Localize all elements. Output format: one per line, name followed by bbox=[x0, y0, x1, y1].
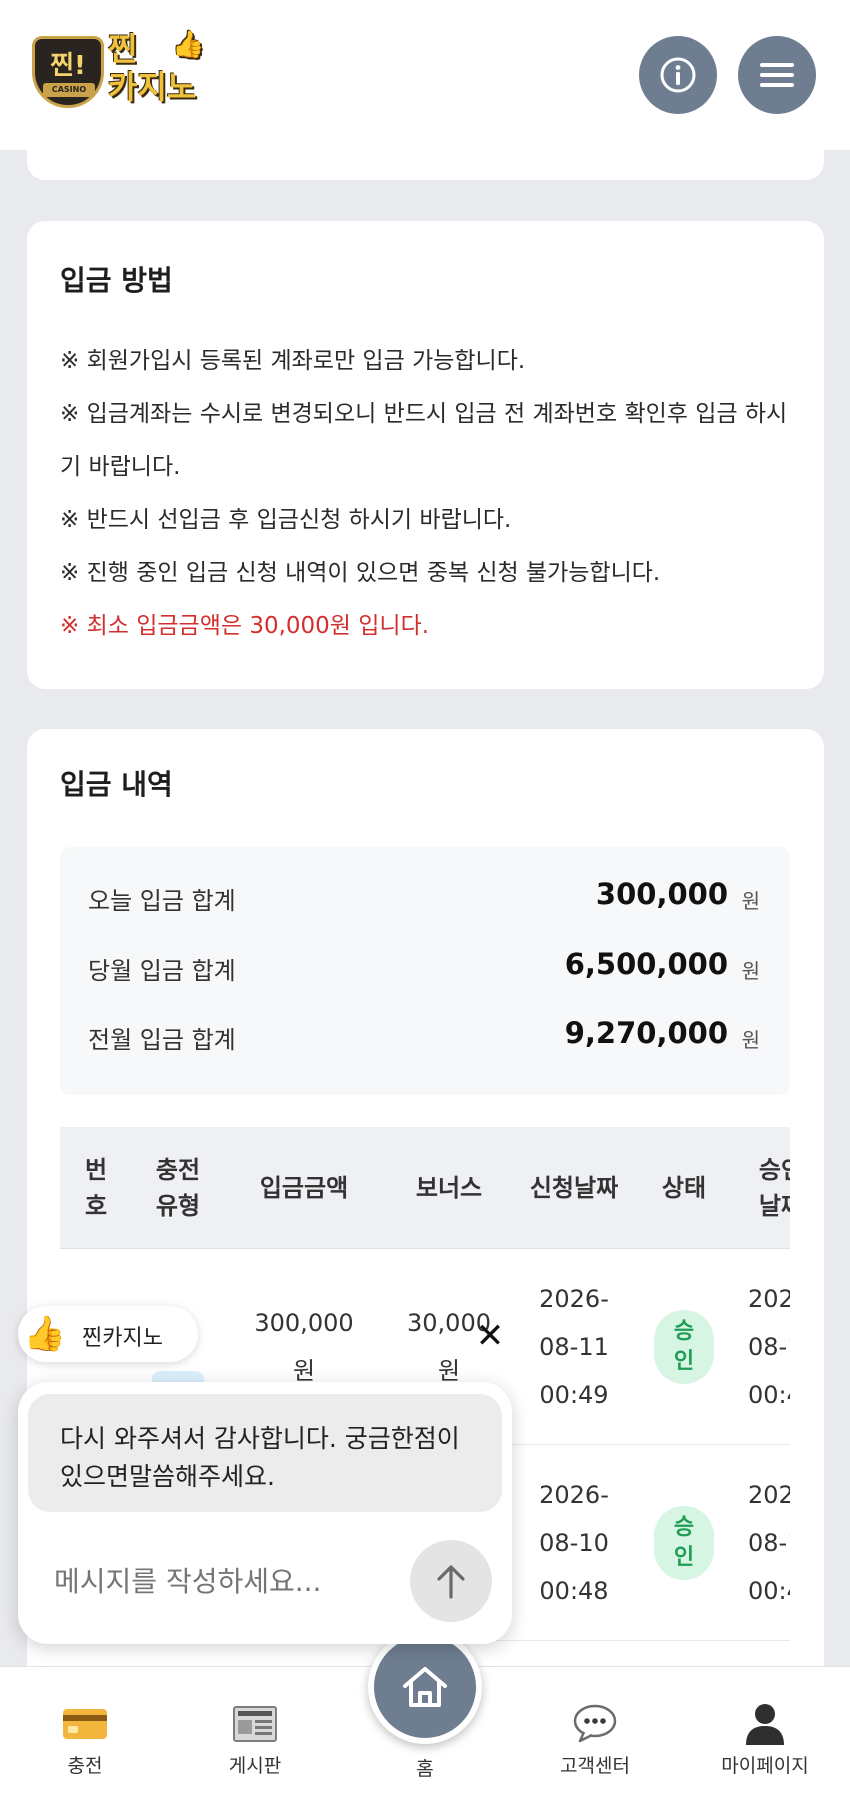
chat-bubble-icon bbox=[573, 1704, 617, 1743]
nav-item-charge[interactable]: 충전 bbox=[0, 1667, 170, 1798]
column-header-amount: 입금금액 bbox=[259, 1174, 349, 1202]
arrow-up-icon bbox=[437, 1565, 465, 1599]
menu-button[interactable] bbox=[738, 36, 816, 114]
deposit-note: ※ 진행 중인 입금 신청 내역이 있으면 중복 신청 불가능합니다. bbox=[60, 560, 661, 586]
row-request-date: 2026-08-10 00:48 bbox=[539, 1481, 609, 1605]
column-header-number: 번호 bbox=[84, 1156, 108, 1220]
thumbs-up-avatar-icon: 👍 bbox=[23, 1314, 67, 1354]
nav-label: 고객센터 bbox=[560, 1755, 630, 1777]
column-header-approval-date: 승인날짜 bbox=[758, 1156, 790, 1220]
nav-label: 마이페이지 bbox=[721, 1755, 809, 1777]
deposit-method-card: 입금 방법 ※ 회원가입시 등록된 계좌로만 입금 가능합니다. ※ 입금계좌는… bbox=[27, 221, 824, 689]
thumbs-up-icon: 👍 bbox=[172, 30, 205, 60]
summary-row-this-month: 당월 입금 합계 6,500,000 원 bbox=[88, 947, 760, 985]
chat-agent-name: 찐카지노 bbox=[82, 1326, 163, 1351]
column-header-charge-type: 충전유형 bbox=[155, 1156, 201, 1220]
close-icon[interactable]: ✕ bbox=[470, 1316, 510, 1356]
summary-row-last-month: 전월 입금 합계 9,270,000 원 bbox=[88, 1016, 760, 1054]
logo-badge: 찐! CASINO bbox=[32, 36, 104, 108]
send-button[interactable] bbox=[410, 1540, 492, 1622]
deposit-summary: 오늘 입금 합계 300,000 원 당월 입금 합계 6,500,000 원 … bbox=[60, 847, 790, 1095]
deposit-note: ※ 입금계좌는 수시로 변경되오니 반드시 입금 전 계좌번호 확인후 입금 하… bbox=[60, 401, 788, 480]
deposit-method-notes: ※ 회원가입시 등록된 계좌로만 입금 가능합니다. ※ 입금계좌는 수시로 변… bbox=[60, 335, 795, 653]
row-status-cell: 승인 bbox=[634, 1445, 734, 1641]
home-icon bbox=[403, 1667, 447, 1707]
deposit-method-title: 입금 방법 bbox=[60, 264, 173, 297]
status-badge: 승인 bbox=[654, 1310, 714, 1384]
nav-item-mypage[interactable]: 마이페이지 bbox=[680, 1667, 850, 1798]
nav-label: 게시판 bbox=[228, 1755, 282, 1777]
status-badge: 승인 bbox=[654, 1506, 714, 1580]
newspaper-icon bbox=[233, 1706, 277, 1742]
chat-message-input[interactable] bbox=[54, 1562, 374, 1602]
summary-row-today: 오늘 입금 합계 300,000 원 bbox=[88, 877, 760, 915]
app-header: 찐! CASINO 찐 카지노 👍 bbox=[0, 0, 850, 150]
user-icon bbox=[746, 1704, 784, 1745]
table-header: 번호 충전유형 입금금액 보너스 신청날짜 상태 승인날짜 bbox=[60, 1127, 790, 1249]
chat-message: 다시 와주셔서 감사합니다. 궁금한점이 있으면말씀해주세요. bbox=[28, 1394, 502, 1512]
info-button[interactable] bbox=[639, 36, 717, 114]
deposit-note: ※ 회원가입시 등록된 계좌로만 입금 가능합니다. bbox=[60, 348, 526, 374]
nav-item-board[interactable]: 게시판 bbox=[170, 1667, 340, 1798]
nav-label-home: 홈 bbox=[416, 1758, 434, 1780]
credit-card-icon bbox=[63, 1709, 107, 1739]
chat-agent-tag[interactable]: 👍 찐카지노 bbox=[18, 1306, 198, 1362]
row-status-cell: 승인 bbox=[634, 1249, 734, 1445]
deposit-note: ※ 반드시 선입금 후 입금신청 하시기 바랍니다. bbox=[60, 507, 512, 533]
nav-label: 충전 bbox=[67, 1755, 103, 1777]
site-logo[interactable]: 찐! CASINO 찐 카지노 👍 bbox=[32, 28, 204, 114]
minimum-deposit-warning: ※ 최소 입금금액은 30,000원 입니다. bbox=[60, 613, 430, 639]
column-header-bonus: 보너스 bbox=[415, 1174, 483, 1202]
deposit-history-title: 입금 내역 bbox=[60, 768, 173, 801]
column-header-status: 상태 bbox=[661, 1174, 707, 1202]
column-header-request-date: 신청날짜 bbox=[529, 1174, 619, 1202]
hamburger-menu-icon bbox=[760, 63, 794, 87]
row-approval-date: 2026-08-10 00:48 bbox=[748, 1481, 790, 1605]
nav-item-customer-center[interactable]: 고객센터 bbox=[510, 1667, 680, 1798]
row-approval-date: 2026-08-11 00:49 bbox=[748, 1285, 790, 1409]
chat-panel: 다시 와주셔서 감사합니다. 궁금한점이 있으면말씀해주세요. bbox=[18, 1382, 512, 1644]
nav-item-home[interactable] bbox=[368, 1630, 482, 1744]
info-icon bbox=[660, 57, 696, 93]
logo-wordmark: 찐 카지노 👍 bbox=[108, 30, 204, 106]
row-request-date: 2026-08-11 00:49 bbox=[539, 1285, 609, 1409]
